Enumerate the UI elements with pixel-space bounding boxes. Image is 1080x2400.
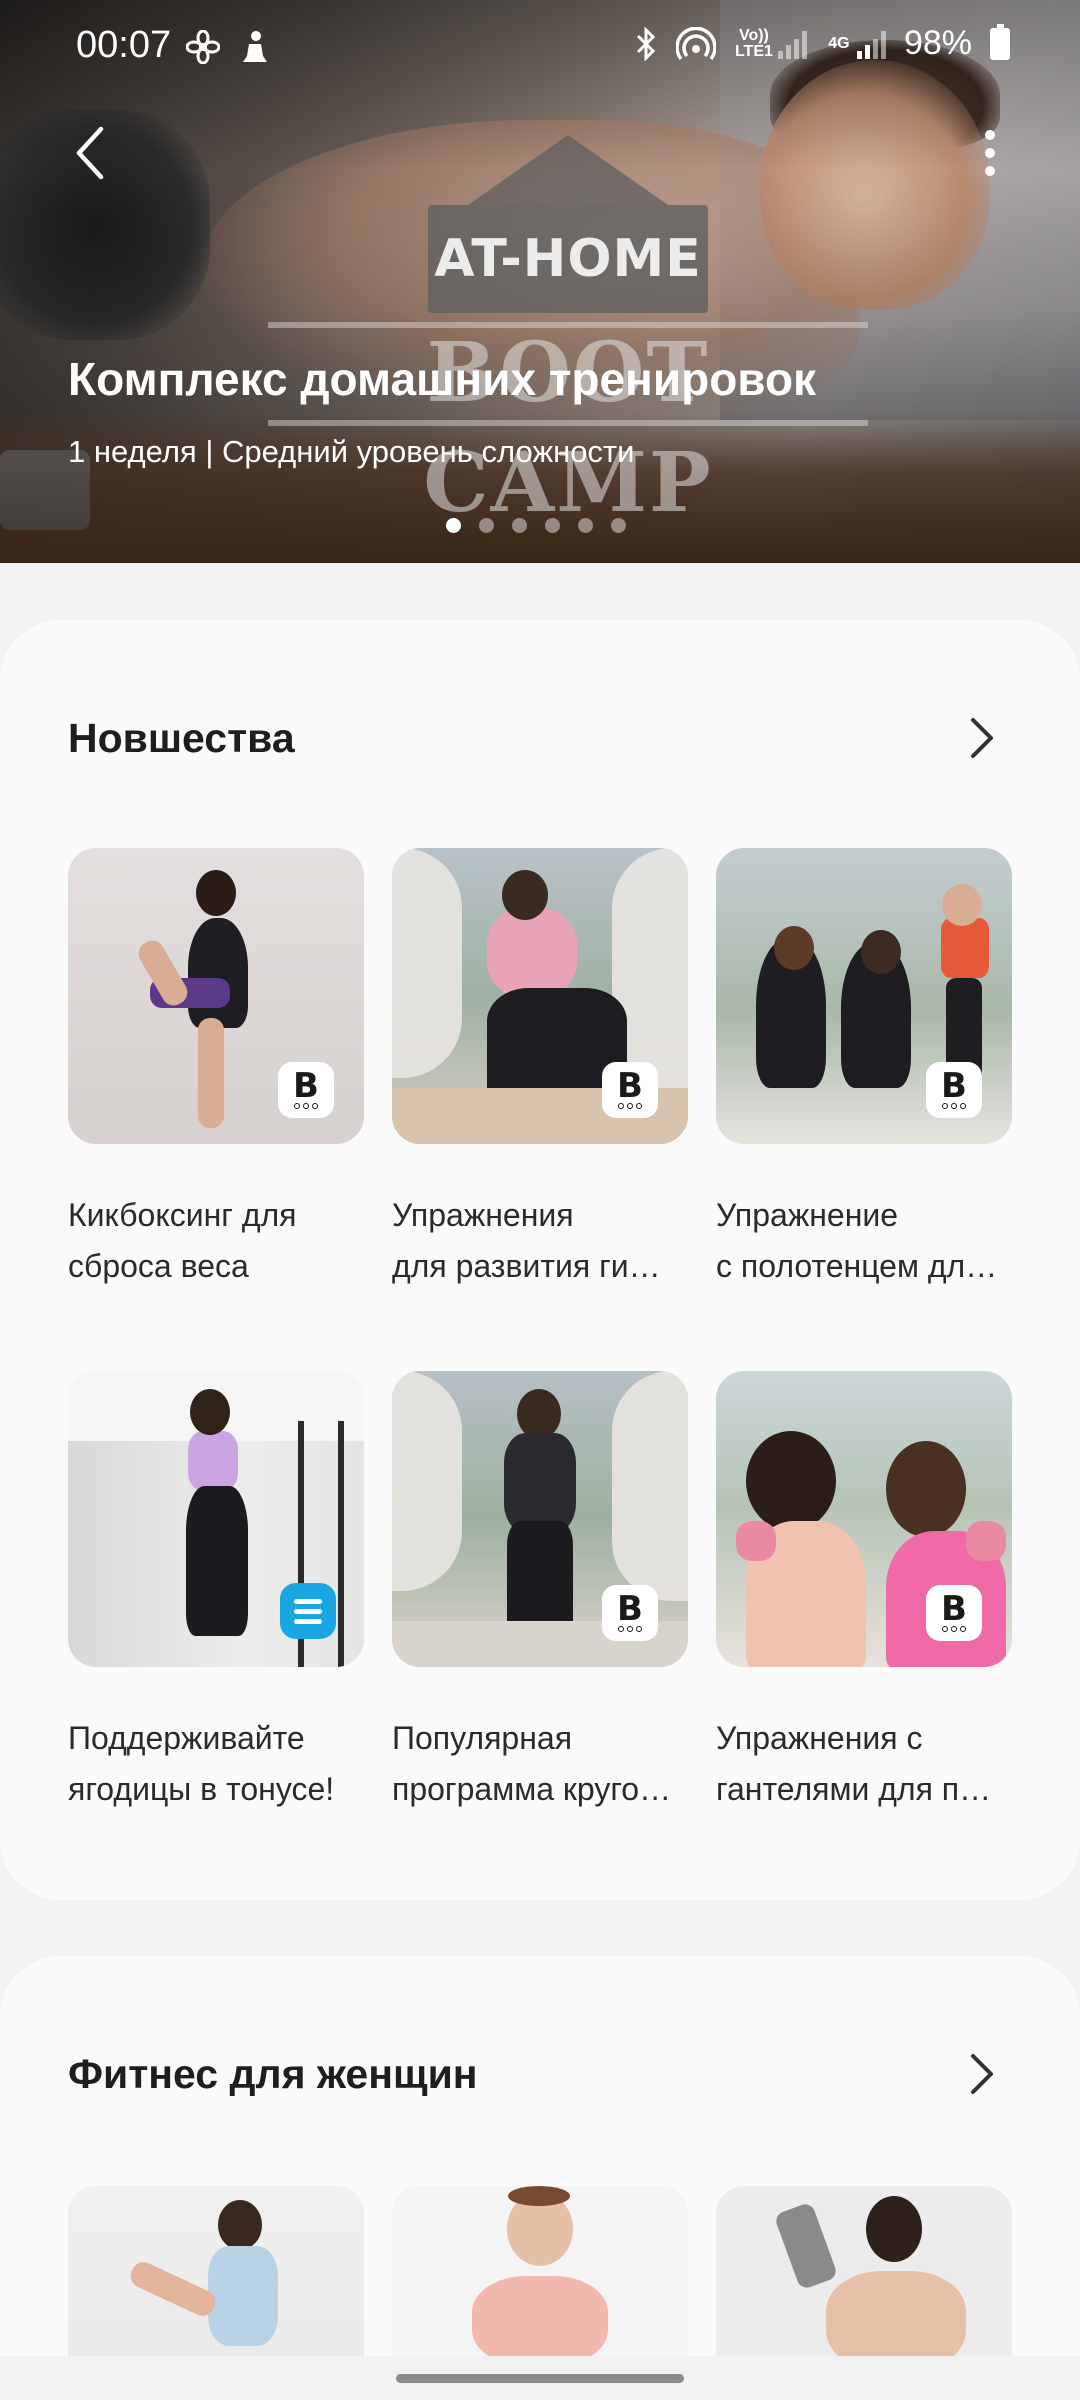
women-fitness-section-card: Фитнес для женщин	[0, 1956, 1080, 2400]
back-button[interactable]	[60, 118, 120, 188]
brand-badge: B	[602, 1585, 658, 1641]
page-dot	[578, 518, 593, 533]
workout-tile-label: Упражнения с гантелями для п…	[716, 1720, 992, 1807]
hero-page-indicator	[446, 518, 626, 533]
fan-icon	[185, 29, 221, 65]
workout-tile[interactable]: B	[392, 1371, 688, 1667]
workout-tile[interactable]	[68, 1371, 364, 1667]
battery-percent: 98%	[903, 24, 972, 62]
battery-icon	[990, 23, 1010, 60]
section-title: Новшества	[68, 714, 295, 761]
page-dot	[446, 518, 461, 533]
status-left-icons	[185, 26, 269, 65]
signal-icon	[777, 29, 807, 59]
hero-subtitle: 1 неделя | Средний уровень сложности	[68, 434, 635, 469]
section-more-button[interactable]	[952, 708, 1012, 768]
workout-tile[interactable]: B	[68, 848, 364, 1144]
workout-tile-label: Популярная программа круго…	[392, 1720, 672, 1807]
signal-icon	[856, 29, 886, 59]
section-title: Фитнес для женщин	[68, 2050, 478, 2097]
women-section-header[interactable]: Фитнес для женщин	[68, 2034, 1012, 2114]
home-indicator[interactable]	[396, 2374, 684, 2383]
workout-tile[interactable]: B	[392, 848, 688, 1144]
hotspot-icon	[675, 26, 716, 60]
page-dot	[545, 518, 560, 533]
new-section-header[interactable]: Новшества	[68, 698, 1012, 778]
brand-badge: B	[926, 1585, 982, 1641]
workout-tile-label: Упражнение с полотенцем дл…	[716, 1197, 998, 1284]
page-dot	[512, 518, 527, 533]
back-arrow-icon	[76, 126, 104, 180]
page-dot	[479, 518, 494, 533]
more-options-button[interactable]	[960, 118, 1020, 188]
chevron-right-icon	[971, 718, 993, 758]
status-right-icons: Vo)) LTE1 4G 98%	[634, 23, 1010, 63]
chevron-right-icon	[971, 2054, 993, 2094]
workout-tile-label: Поддерживайте ягодицы в тонусе!	[68, 1720, 335, 1807]
workout-tile-label: Кикбоксинг для сброса веса	[68, 1197, 297, 1284]
more-vertical-icon	[985, 130, 995, 176]
brand-badge-blue	[280, 1583, 336, 1639]
brand-badge: B	[278, 1062, 334, 1118]
workout-tile[interactable]: B	[716, 848, 1012, 1144]
section-more-button[interactable]	[952, 2044, 1012, 2104]
at-home-logo: AT-HOME	[428, 135, 708, 315]
brand-badge: B	[926, 1062, 982, 1118]
new-section-card: Новшества B Кикбоксинг для сброса веса B…	[0, 620, 1080, 1900]
workout-tile[interactable]: B	[716, 1371, 1012, 1667]
status-time: 00:07	[76, 24, 172, 66]
page-dot	[611, 518, 626, 533]
bluetooth-icon	[636, 26, 656, 61]
workout-tile-label: Упражнения для развития ги…	[392, 1197, 661, 1284]
status-bar: 00:07 Vo)) LTE1 4G 98%	[0, 0, 1080, 92]
network-label-1: Vo)) LTE1	[734, 26, 773, 60]
brand-badge: B	[602, 1062, 658, 1118]
hero-title: Комплекс домашних тренировок	[68, 353, 817, 405]
network-label-2: 4G	[828, 34, 850, 52]
person-icon	[243, 31, 268, 63]
